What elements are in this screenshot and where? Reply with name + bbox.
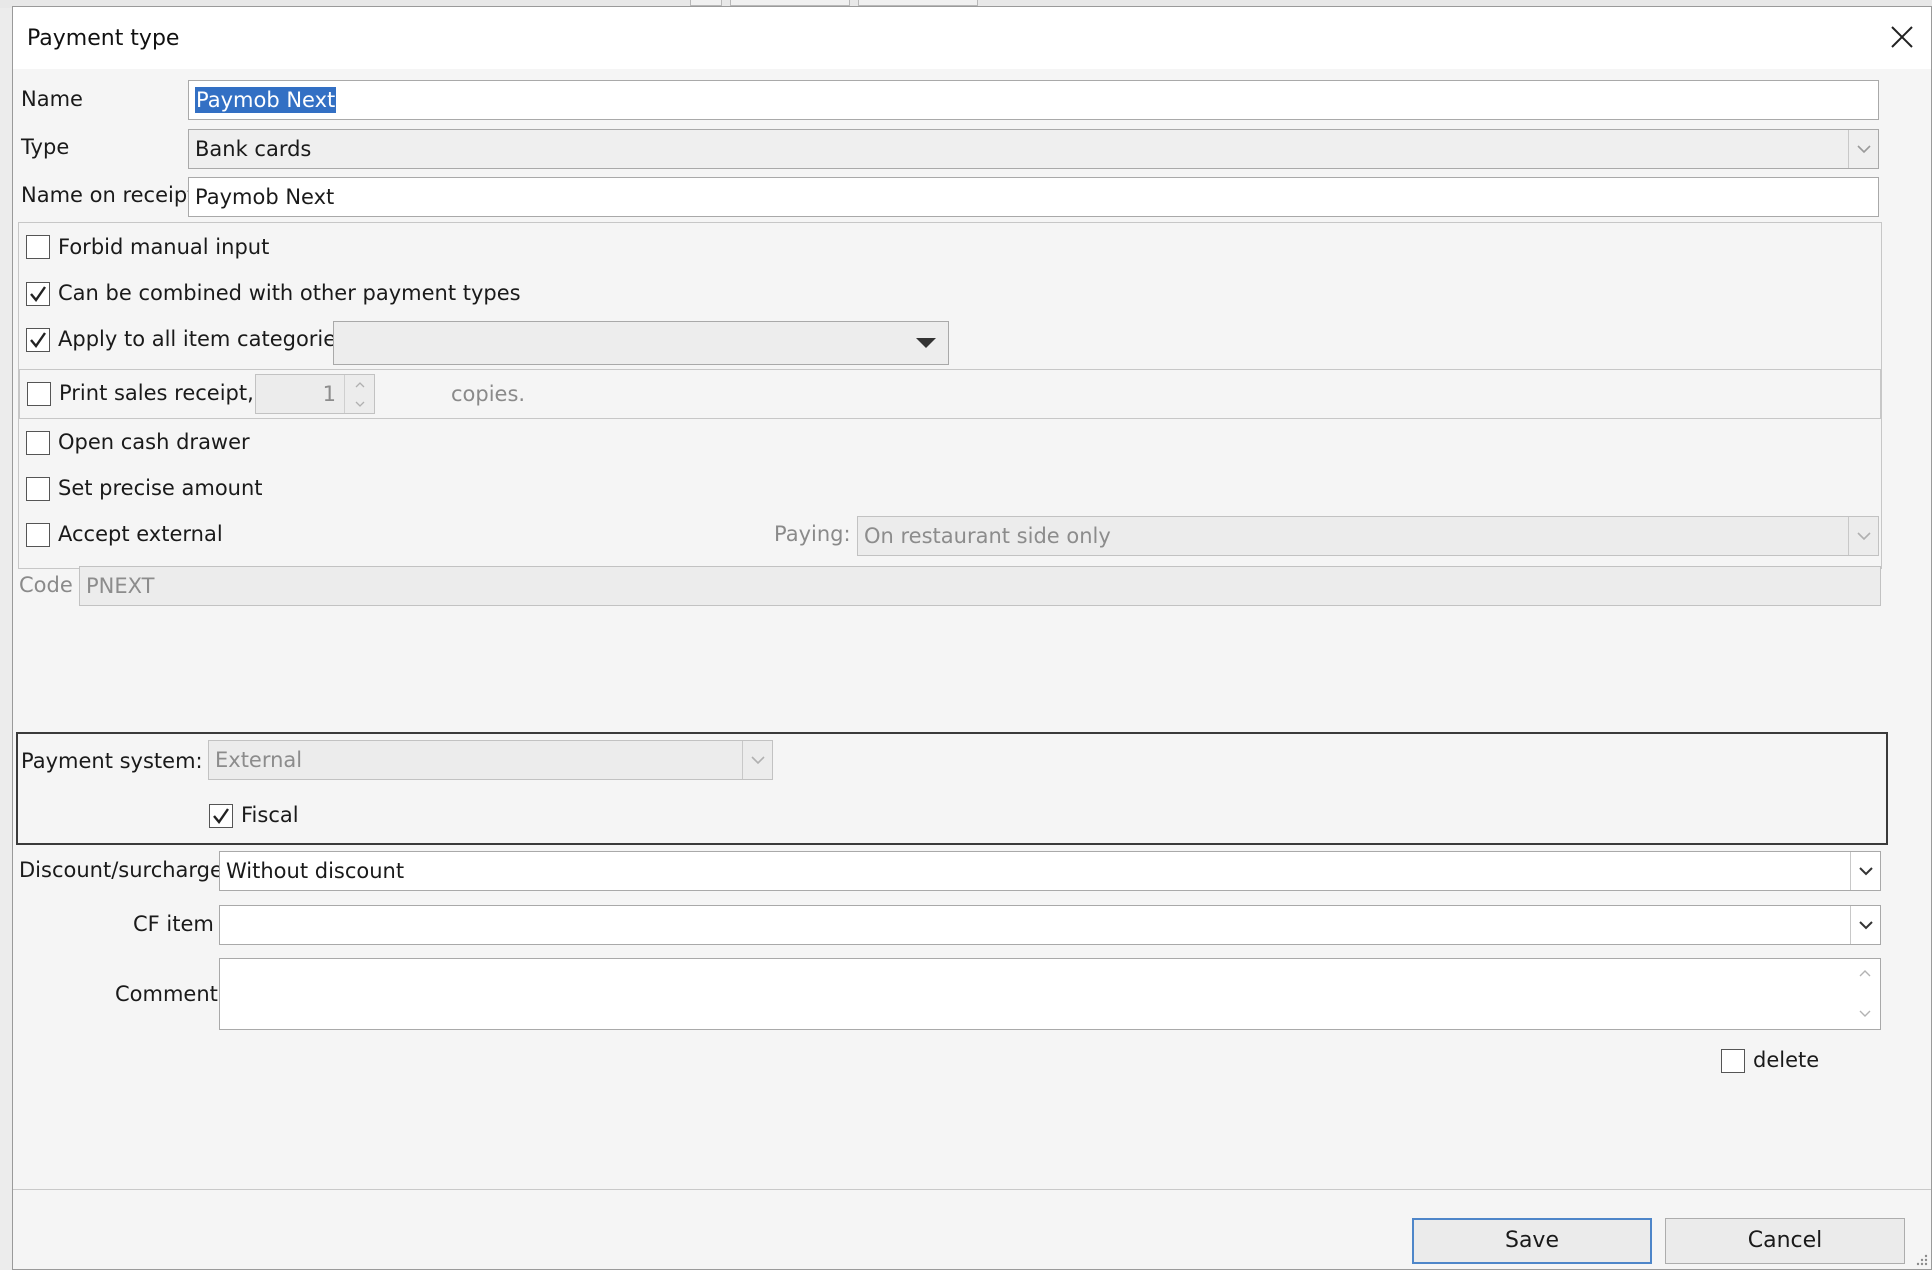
payment-system-value: External [215,748,303,772]
code-value: PNEXT [86,574,155,598]
chevron-down-icon [1856,532,1871,541]
title-bar: Payment type [13,7,1931,69]
categories-select[interactable] [333,321,949,365]
payment-system-label: Payment system: [21,749,203,773]
receipt-name-input[interactable]: Paymob Next [188,177,1879,217]
increment-button[interactable] [345,375,374,394]
decrement-button[interactable] [345,394,374,413]
copies-suffix-label: copies. [451,382,526,406]
type-select-value: Bank cards [195,137,312,161]
cancel-button[interactable]: Cancel [1665,1218,1905,1264]
forbid-manual-label: Forbid manual input [58,235,270,259]
name-input-value: Paymob Next [195,87,337,113]
copies-stepper[interactable] [344,375,374,413]
chevron-down-icon [355,401,364,407]
paying-label: Paying: [774,522,851,546]
code-input[interactable]: PNEXT [79,566,1881,606]
chevron-down-icon [750,756,765,765]
checkmark-icon [213,808,229,824]
print-receipt-checkbox[interactable] [27,382,51,406]
footer-divider [13,1189,1931,1190]
chevron-up-icon [355,381,364,387]
comment-textarea[interactable] [219,958,1881,1030]
name-input[interactable]: Paymob Next [188,80,1879,120]
accept-external-label: Accept external [58,522,223,546]
print-receipt-label: Print sales receipt, [59,381,254,405]
dialog-title: Payment type [27,26,180,51]
receipt-name-value: Paymob Next [195,185,335,209]
chevron-down-icon [1858,921,1873,930]
receipt-name-label: Name on receipt [21,183,196,207]
forbid-manual-checkbox[interactable] [26,235,50,259]
delete-checkbox[interactable] [1721,1049,1745,1073]
cf-item-select[interactable] [219,905,1881,945]
paying-select-value: On restaurant side only [864,524,1111,548]
open-drawer-checkbox[interactable] [26,431,50,455]
chevron-down-icon [1859,1010,1871,1017]
type-select[interactable]: Bank cards [188,129,1879,169]
chevron-up-icon [1859,970,1871,977]
precise-amount-checkbox[interactable] [26,477,50,501]
fiscal-checkbox[interactable] [209,804,233,828]
checkmark-icon [30,286,46,302]
cf-item-dropdown-button[interactable] [1850,906,1880,944]
payment-type-dialog: Payment type Name Paymob Next Type Bank … [12,6,1932,1270]
code-label: Code [19,573,73,597]
delete-label: delete [1753,1048,1820,1072]
paying-dropdown-button[interactable] [1848,517,1878,555]
discount-dropdown-button[interactable] [1850,852,1880,890]
chevron-down-icon [1858,867,1873,876]
all-categories-checkbox[interactable] [26,328,50,352]
checkmark-icon [30,332,46,348]
discount-label: Discount/surcharge [19,858,223,882]
close-button[interactable] [1871,7,1931,65]
comment-scrollbar[interactable] [1850,959,1880,1029]
payment-system-select[interactable]: External [208,740,773,780]
categories-dropdown-button[interactable] [904,322,948,364]
discount-select[interactable]: Without discount [219,851,1881,891]
accept-external-checkbox[interactable] [26,523,50,547]
precise-amount-label: Set precise amount [58,476,263,500]
type-label: Type [21,135,70,159]
triangle-down-icon [916,338,936,348]
combinable-checkbox[interactable] [26,282,50,306]
copies-value: 1 [322,382,336,406]
discount-select-value: Without discount [226,859,405,883]
resize-grip-icon[interactable] [1913,1251,1929,1267]
open-drawer-label: Open cash drawer [58,430,250,454]
name-label: Name [21,87,83,111]
chevron-down-icon [1856,145,1871,154]
close-icon [1891,26,1913,48]
combinable-label: Can be combined with other payment types [58,281,521,305]
save-button[interactable]: Save [1412,1218,1652,1264]
paying-select[interactable]: On restaurant side only [857,516,1879,556]
payment-system-dropdown-button[interactable] [742,741,772,779]
comment-label: Comment [115,982,218,1006]
copies-spinner[interactable]: 1 [255,374,375,414]
cf-item-label: CF item [133,912,214,936]
type-dropdown-button[interactable] [1848,130,1878,168]
all-categories-label: Apply to all item categories [58,327,348,351]
fiscal-label: Fiscal [241,803,299,827]
